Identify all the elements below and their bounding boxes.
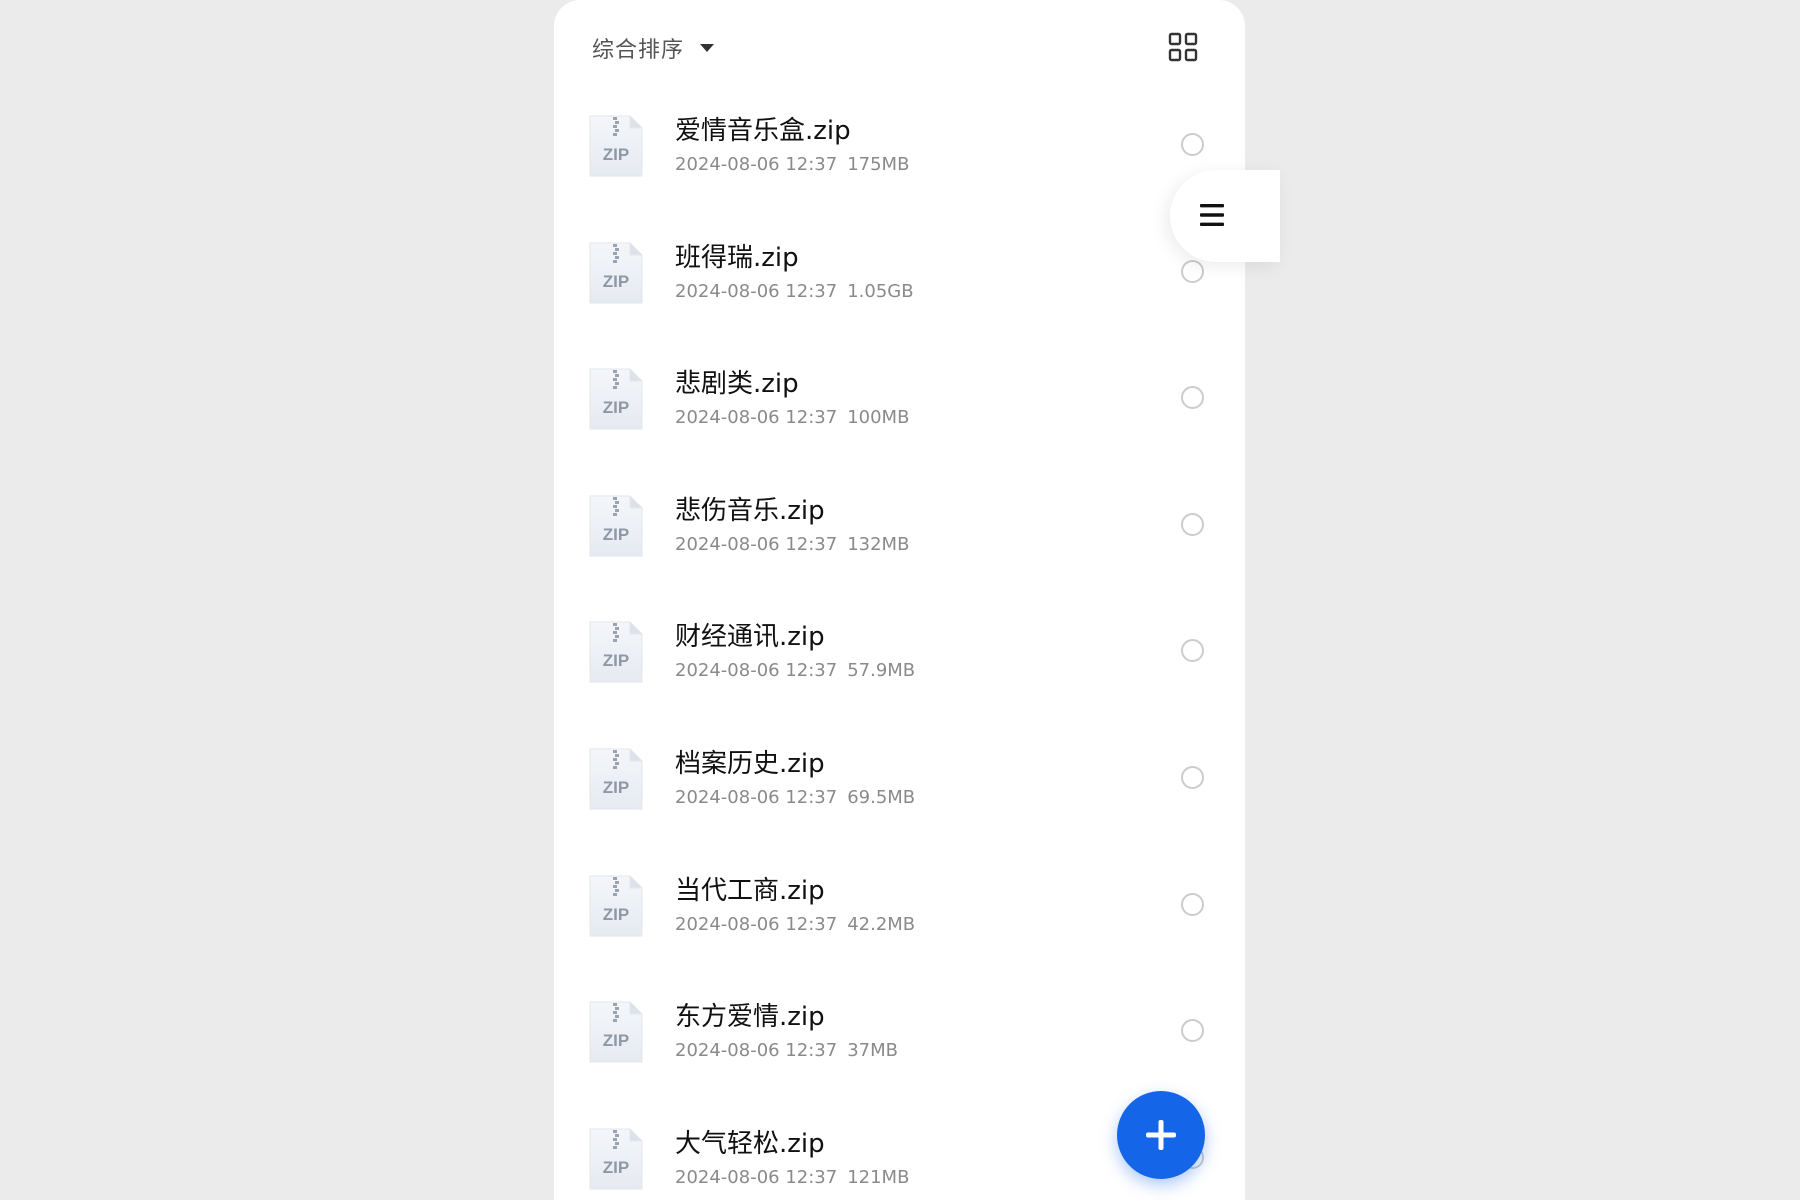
zip-file-icon: ZIP [584,239,648,307]
file-meta: 2024-08-06 12:37 175MB [675,154,909,175]
file-modified-time: 2024-08-06 12:37 [675,280,838,302]
file-size: 42.2MB [847,913,916,935]
sort-dropdown[interactable]: 综合排序 [592,30,715,66]
file-size: 175MB [847,154,910,175]
file-meta: 2024-08-06 12:37 132MB [675,534,909,555]
svg-text:ZIP: ZIP [603,525,629,544]
file-meta: 2024-08-06 12:37 100MB [675,407,909,428]
file-size: 69.5MB [847,786,916,808]
zip-file-icon: ZIP [584,365,648,433]
file-modified-time: 2024-08-06 12:37 [675,1166,838,1188]
select-radio[interactable] [1181,1019,1204,1043]
select-radio[interactable] [1181,133,1204,156]
file-meta: 2024-08-06 12:37 37MB [675,1040,898,1061]
file-row[interactable]: ZIP 东方爱情.zip 2024-08-06 12:37 37MB [554,968,1245,1095]
menu-icon [1200,204,1224,226]
file-modified-time: 2024-08-06 12:37 [675,154,838,175]
select-radio[interactable] [1181,765,1204,789]
file-meta: 2024-08-06 12:37 121MB [675,1167,909,1188]
file-row[interactable]: ZIP 悲伤音乐.zip 2024-08-06 12:37 132MB [554,462,1245,589]
file-row[interactable]: ZIP 财经通讯.zip 2024-08-06 12:37 57.9MB [554,588,1245,715]
file-name: 爱情音乐盒.zip [675,116,851,146]
file-name: 悲伤音乐.zip [675,495,825,526]
select-radio[interactable] [1181,892,1204,916]
svg-text:ZIP: ZIP [603,651,629,670]
file-modified-time: 2024-08-06 12:37 [675,786,838,808]
zip-file-icon: ZIP [584,998,648,1066]
file-meta: 2024-08-06 12:37 57.9MB [675,660,915,681]
plus-icon [1146,1120,1176,1150]
zip-file-icon: ZIP [584,745,648,813]
file-modified-time: 2024-08-06 12:37 [675,913,838,935]
file-modified-time: 2024-08-06 12:37 [675,533,838,555]
sort-label: 综合排序 [592,38,685,63]
zip-file-icon: ZIP [584,1125,648,1193]
file-name: 当代工商.zip [675,875,825,906]
file-list-panel: 综合排序 ZIP 爱情音乐盒.zip 2024-08-06 12:37 175M… [554,0,1245,1200]
select-radio[interactable] [1181,512,1204,536]
file-modified-time: 2024-08-06 12:37 [675,407,838,429]
file-name: 悲剧类.zip [675,369,799,400]
file-size: 37MB [847,1040,898,1062]
file-row[interactable]: ZIP 班得瑞.zip 2024-08-06 12:37 1.05GB [554,209,1245,336]
file-modified-time: 2024-08-06 12:37 [675,660,838,682]
svg-text:ZIP: ZIP [603,272,629,291]
file-name: 东方爱情.zip [675,1002,825,1033]
file-meta: 2024-08-06 12:37 1.05GB [675,281,914,302]
file-meta: 2024-08-06 12:37 42.2MB [675,914,915,935]
select-radio[interactable] [1181,259,1204,283]
file-size: 57.9MB [847,660,916,682]
svg-text:ZIP: ZIP [603,145,629,164]
svg-text:ZIP: ZIP [603,778,629,797]
add-button[interactable] [1117,1091,1205,1179]
file-list: ZIP 爱情音乐盒.zip 2024-08-06 12:37 175MB ZIP… [554,82,1245,1200]
grid-view-button[interactable] [1168,32,1198,62]
file-row[interactable]: ZIP 档案历史.zip 2024-08-06 12:37 69.5MB [554,715,1245,842]
file-row[interactable]: ZIP 爱情音乐盒.zip 2024-08-06 12:37 175MB [554,82,1245,209]
svg-text:ZIP: ZIP [603,1031,629,1050]
file-size: 121MB [847,1166,910,1188]
select-radio[interactable] [1181,386,1204,410]
side-menu-handle[interactable] [1170,170,1280,262]
caret-down-icon [700,44,715,52]
svg-text:ZIP: ZIP [603,398,629,417]
svg-text:ZIP: ZIP [603,905,629,924]
file-name: 大气轻松.zip [675,1128,825,1159]
file-size: 1.05GB [847,280,914,302]
zip-file-icon: ZIP [584,492,648,560]
file-name: 财经通讯.zip [675,622,825,653]
file-size: 132MB [847,533,910,555]
file-row[interactable]: ZIP 悲剧类.zip 2024-08-06 12:37 100MB [554,335,1245,462]
grid-view-icon [1168,32,1198,62]
svg-text:ZIP: ZIP [603,1158,629,1177]
zip-file-icon: ZIP [584,112,648,180]
zip-file-icon: ZIP [584,872,648,940]
file-name: 档案历史.zip [675,748,825,779]
select-radio[interactable] [1181,639,1204,663]
file-size: 100MB [847,407,910,429]
file-meta: 2024-08-06 12:37 69.5MB [675,787,915,808]
file-name: 班得瑞.zip [675,242,799,273]
zip-file-icon: ZIP [584,618,648,686]
file-row[interactable]: ZIP 当代工商.zip 2024-08-06 12:37 42.2MB [554,842,1245,969]
file-modified-time: 2024-08-06 12:37 [675,1040,838,1062]
